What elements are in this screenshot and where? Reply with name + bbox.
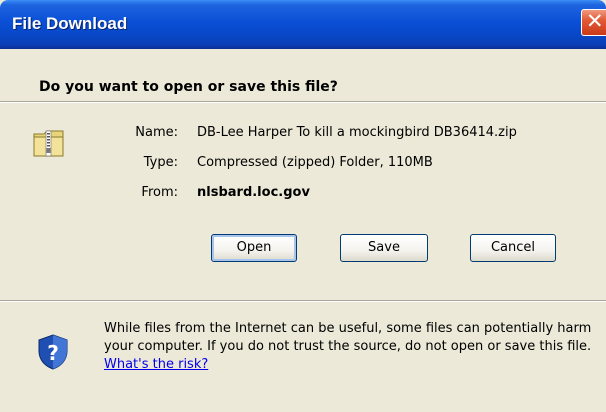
name-label: Name: [135, 125, 178, 140]
file-download-dialog: File Download ✕ Do you want to open or s… [0, 0, 606, 412]
close-button[interactable]: ✕ [581, 9, 606, 36]
title-bar[interactable]: File Download ✕ [0, 0, 606, 49]
shield-question-icon: ? [38, 334, 68, 370]
window-title: File Download [12, 14, 128, 33]
whats-the-risk-link[interactable]: What's the risk? [104, 357, 208, 372]
file-name: DB-Lee Harper To kill a mockingbird DB36… [197, 125, 517, 140]
type-label: Type: [143, 155, 178, 170]
open-button[interactable]: Open [211, 234, 297, 262]
svg-text:?: ? [47, 341, 59, 365]
cancel-button[interactable]: Cancel [470, 234, 556, 262]
warning-text: While files from the Internet can be use… [104, 321, 592, 354]
file-source: nlsbard.loc.gov [197, 185, 310, 200]
security-warning: While files from the Internet can be use… [104, 320, 604, 374]
close-icon: ✕ [586, 9, 604, 33]
divider-top [0, 101, 606, 103]
divider-bottom [0, 300, 606, 302]
file-type: Compressed (zipped) Folder, 110MB [197, 155, 433, 170]
save-button[interactable]: Save [340, 234, 428, 262]
prompt-text: Do you want to open or save this file? [39, 79, 338, 95]
from-label: From: [141, 185, 178, 200]
